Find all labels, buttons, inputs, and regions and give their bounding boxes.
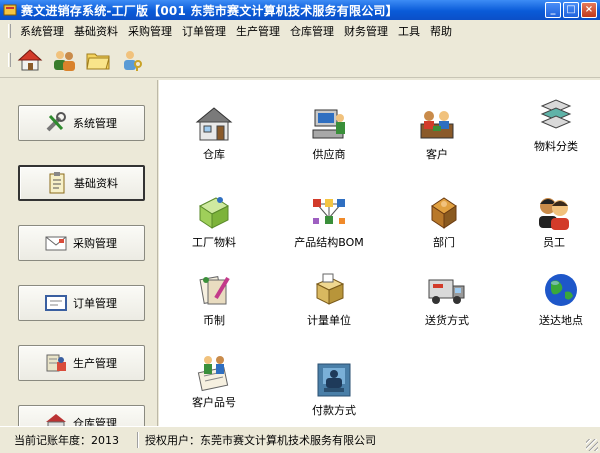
sidebar-item-label: 订单管理 (73, 297, 117, 310)
tile-employee[interactable]: 员工 (509, 192, 599, 250)
tile-label: 客户 (426, 148, 448, 161)
employee-icon (539, 198, 569, 230)
tile-department[interactable]: 部门 (399, 192, 489, 250)
sidebar-item-label: 基础资料 (74, 177, 118, 190)
toolbar (0, 42, 600, 78)
sidebar-item-production[interactable]: 生产管理 (18, 345, 145, 381)
toolbar-users-button[interactable] (49, 45, 79, 75)
tile-delivery-location[interactable]: 送达地点 (516, 270, 600, 328)
menu-production[interactable]: 生产管理 (231, 23, 285, 39)
tile-label: 送达地点 (539, 314, 583, 327)
menu-tools[interactable]: 工具 (393, 23, 425, 39)
menu-finance[interactable]: 财务管理 (339, 23, 393, 39)
sidebar-item-label: 系统管理 (73, 117, 117, 130)
menu-warehouse[interactable]: 仓库管理 (285, 23, 339, 39)
title-bar: 赛文进销存系统-工厂版【001 东莞市赛文计算机技术服务有限公司】 _ □ × (0, 0, 600, 20)
sidebar-item-label: 仓库管理 (73, 417, 117, 426)
status-license: 授权用户：东莞市赛文计算机技术服务有限公司 (139, 432, 376, 448)
tile-label: 物料分类 (534, 140, 578, 153)
users-icon (54, 50, 75, 71)
tile-customer[interactable]: 客户 (392, 104, 482, 162)
status-license-value: 东莞市赛文计算机技术服务有限公司 (200, 434, 376, 447)
home-icon (17, 48, 43, 70)
sidebar-item-orders[interactable]: 订单管理 (18, 285, 145, 321)
tile-currency[interactable]: 币制 (169, 270, 259, 328)
supplier-icon (312, 109, 345, 139)
warehouse-icon (43, 412, 69, 426)
menu-grip (8, 24, 11, 38)
customer-part-icon (197, 356, 229, 392)
department-icon (431, 197, 457, 229)
factory-material-icon (199, 197, 229, 229)
menu-system[interactable]: 系统管理 (15, 23, 69, 39)
module-panel: 仓库 供应商 客户 物料分类 工厂物料 产品结构BOM 部门 员工 币制 计量单… (159, 80, 600, 426)
tile-label: 计量单位 (307, 314, 351, 327)
tile-material-category[interactable]: 物料分类 (511, 96, 600, 154)
app-icon (3, 4, 17, 16)
tile-customer-part[interactable]: 客户品号 (169, 352, 259, 410)
maximize-button[interactable]: □ (563, 2, 579, 18)
toolbar-folder-button[interactable] (83, 45, 113, 75)
tile-label: 工厂物料 (192, 236, 236, 249)
material-category-icon (540, 99, 572, 129)
clipboard-icon (44, 172, 70, 194)
sidebar-item-system[interactable]: 系统管理 (18, 105, 145, 141)
tile-measure-unit[interactable]: 计量单位 (284, 270, 374, 328)
production-icon (43, 352, 69, 374)
warehouse-icon (195, 107, 233, 141)
folder-icon (86, 53, 110, 69)
menu-bar: 系统管理 基础资料 采购管理 订单管理 生产管理 仓库管理 财务管理 工具 帮助 (0, 20, 600, 42)
sidebar-item-basic-data[interactable]: 基础资料 (18, 165, 145, 201)
tile-label: 客户品号 (192, 396, 236, 409)
tile-label: 产品结构BOM (294, 236, 364, 249)
menu-help[interactable]: 帮助 (425, 23, 457, 39)
payment-icon (317, 363, 351, 397)
toolbar-grip (8, 52, 11, 67)
tile-label: 供应商 (312, 148, 346, 161)
measure-unit-icon (315, 273, 345, 305)
menu-basic-data[interactable]: 基础资料 (69, 23, 123, 39)
delivery-truck-icon (428, 279, 465, 304)
close-button[interactable]: × (581, 2, 597, 18)
tile-payment-method[interactable]: 付款方式 (289, 360, 379, 418)
status-year: 当前记账年度：2013 (0, 432, 119, 448)
bom-structure-icon (313, 199, 345, 224)
tools-icon (43, 112, 69, 134)
sidebar-item-label: 采购管理 (73, 237, 117, 250)
tile-label: 送货方式 (425, 314, 469, 327)
window-title: 赛文进销存系统-工厂版【001 东莞市赛文计算机技术服务有限公司】 (21, 3, 398, 18)
tile-label: 仓库 (203, 148, 225, 161)
status-license-label: 授权用户： (145, 434, 200, 447)
status-bar: 当前记账年度：2013 授权用户：东莞市赛文计算机技术服务有限公司 (0, 426, 600, 453)
user-key-icon (124, 50, 142, 71)
tile-bom-structure[interactable]: 产品结构BOM (284, 192, 374, 250)
tile-supplier[interactable]: 供应商 (284, 104, 374, 162)
sidebar: 系统管理 基础资料 采购管理 订单管理 生产管理 仓库管理 (0, 80, 158, 426)
toolbar-home-button[interactable] (15, 45, 45, 75)
sidebar-item-purchase[interactable]: 采购管理 (18, 225, 145, 261)
tile-delivery-method[interactable]: 送货方式 (402, 270, 492, 328)
minimize-button[interactable]: _ (545, 2, 561, 18)
sidebar-item-label: 生产管理 (73, 357, 117, 370)
menu-purchase[interactable]: 采购管理 (123, 23, 177, 39)
toolbar-user-key-button[interactable] (117, 45, 147, 75)
tile-warehouse[interactable]: 仓库 (169, 104, 259, 162)
menu-orders[interactable]: 订单管理 (177, 23, 231, 39)
globe-icon (545, 274, 577, 306)
tile-factory-material[interactable]: 工厂物料 (169, 192, 259, 250)
customer-icon (420, 111, 454, 139)
resize-grip[interactable] (586, 439, 598, 451)
tile-label: 币制 (203, 314, 225, 327)
tile-label: 员工 (543, 236, 565, 249)
status-year-value: 2013 (91, 434, 119, 447)
sidebar-item-warehouse[interactable]: 仓库管理 (18, 405, 145, 426)
currency-icon (199, 276, 230, 305)
certificate-icon (43, 292, 69, 314)
tile-label: 部门 (433, 236, 455, 249)
status-year-label: 当前记账年度： (14, 434, 91, 447)
tile-label: 付款方式 (312, 404, 356, 417)
envelope-icon (43, 232, 69, 254)
